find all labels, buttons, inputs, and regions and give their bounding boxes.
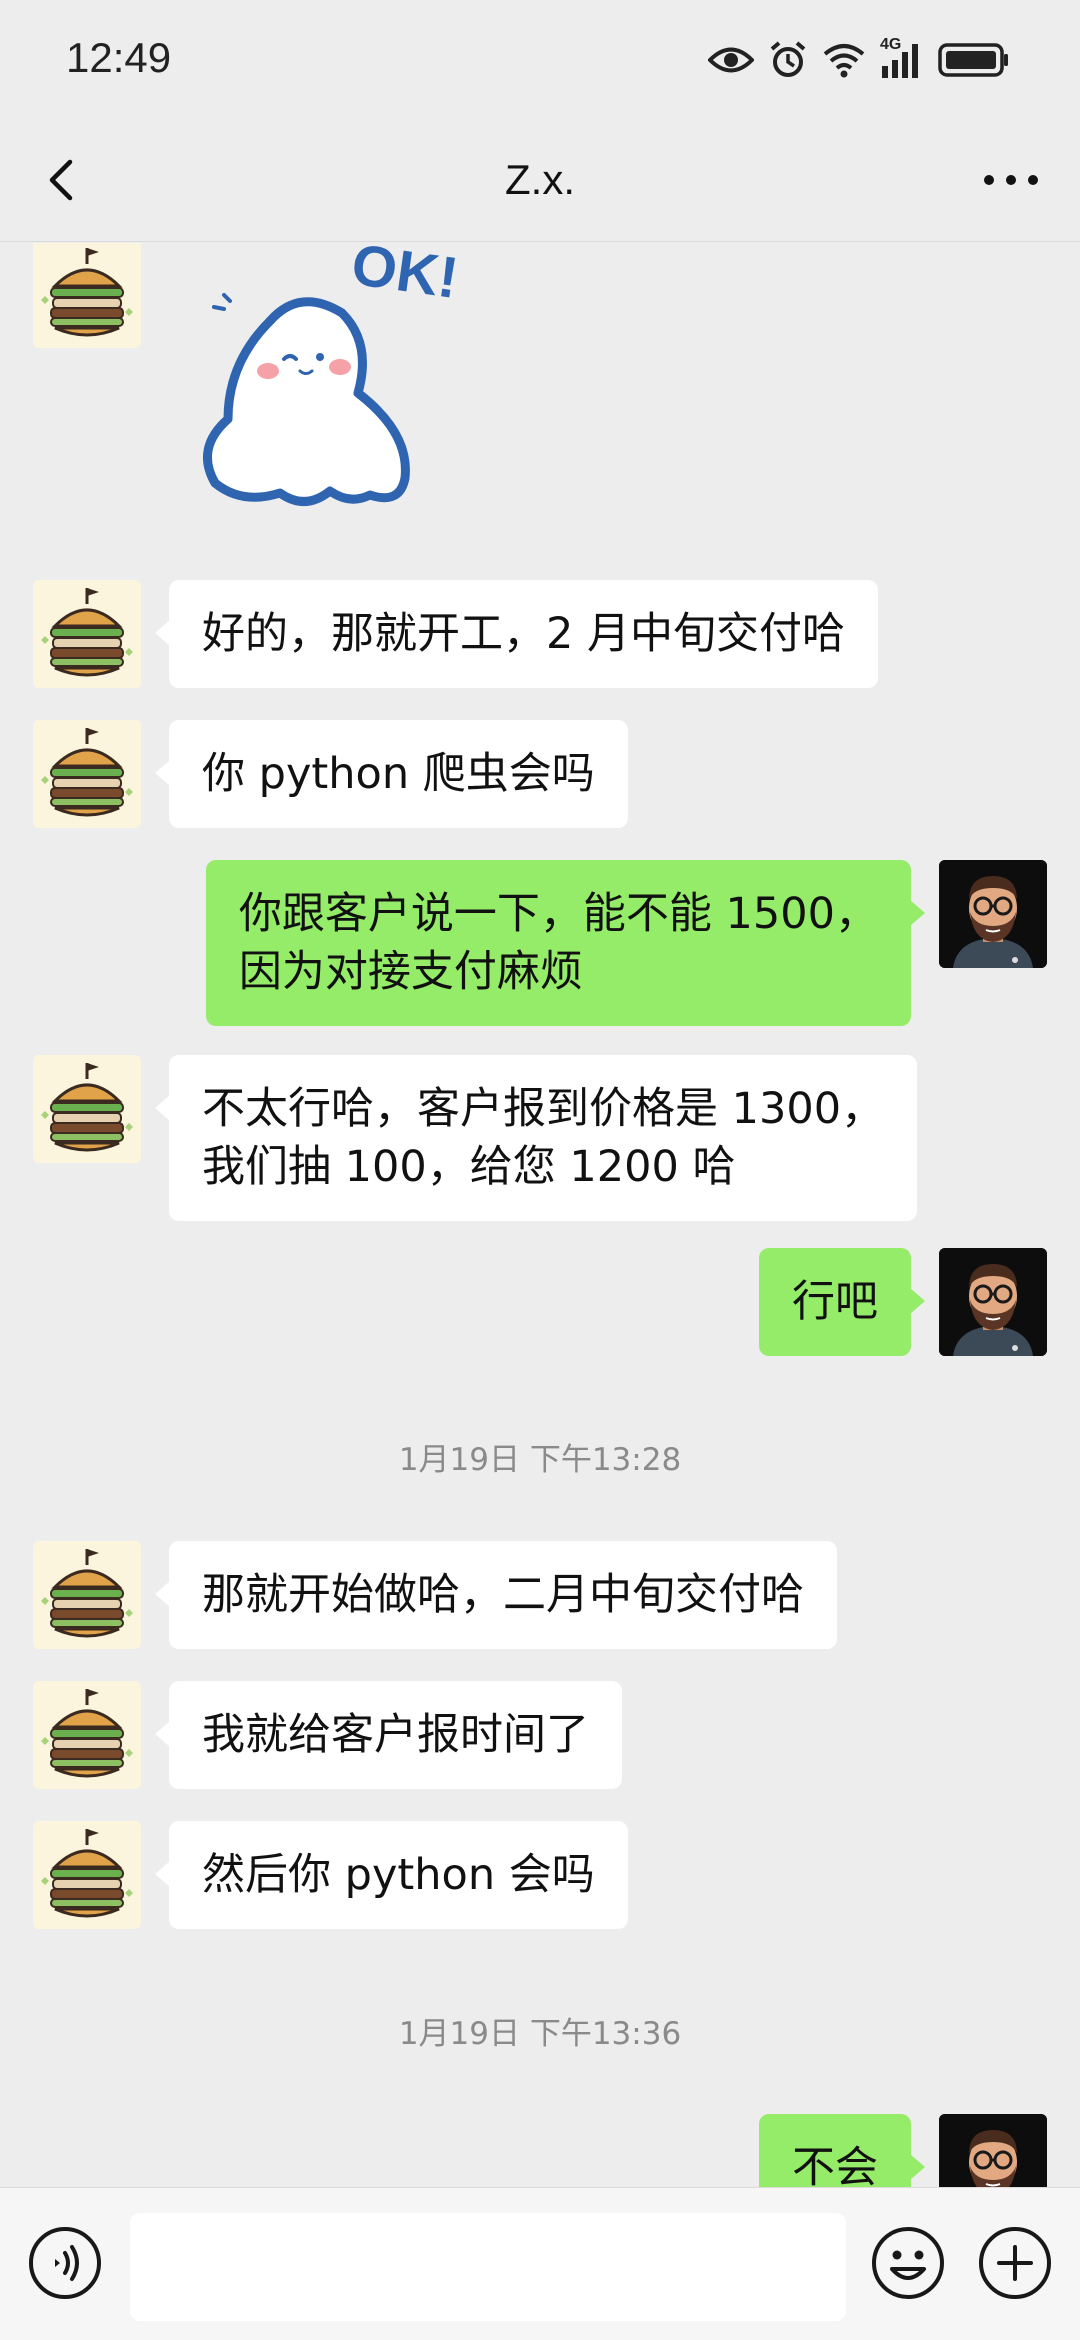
contact-avatar[interactable] [33, 1055, 141, 1163]
contact-avatar[interactable] [33, 1821, 141, 1929]
more-button[interactable] [976, 150, 1046, 210]
contact-avatar[interactable] [33, 580, 141, 688]
burger-avatar-icon [33, 580, 141, 688]
message-bubble-outgoing[interactable]: 你跟客户说一下，能不能 1500， 因为对接支付麻烦 [205, 860, 926, 1026]
message-bubble-outgoing[interactable]: 不会 [759, 2114, 925, 2187]
more-icon [984, 175, 1038, 185]
status-bar: 12:49 4G [0, 0, 1080, 120]
timestamp: 1月19日 下午13:28 [398, 1442, 682, 1478]
contact-avatar[interactable] [33, 720, 141, 828]
my-avatar[interactable] [939, 2114, 1047, 2187]
contact-avatar[interactable] [33, 1681, 141, 1789]
timestamp: 1月19日 下午13:36 [398, 2016, 682, 2052]
emoji-icon [872, 2227, 944, 2299]
my-avatar[interactable] [939, 1248, 1047, 1356]
plus-button[interactable] [977, 2225, 1053, 2301]
contact-avatar[interactable] [33, 243, 141, 348]
emoji-button[interactable] [870, 2225, 946, 2301]
voice-icon [29, 2227, 101, 2299]
burger-avatar-icon [33, 1681, 141, 1789]
ok-sticker[interactable]: OK! [200, 243, 462, 523]
burger-avatar-icon [33, 1055, 141, 1163]
bearded-man-avatar-icon [939, 2114, 1047, 2187]
chat-title: Z.x. [505, 156, 575, 203]
bearded-man-avatar-icon [939, 860, 1047, 968]
sticker-text: OK! [348, 243, 460, 311]
status-icons: 4G [708, 36, 1010, 84]
voice-button[interactable] [27, 2225, 103, 2301]
ok-ghost-sticker-icon: OK! [203, 243, 462, 506]
message-bubble-incoming[interactable]: 然后你 python 会吗 [155, 1821, 628, 1929]
message-bubble-incoming[interactable]: 我就给客户报时间了 [155, 1681, 622, 1789]
status-time: 12:49 [66, 34, 172, 81]
battery-icon [938, 43, 1008, 77]
message-bubble-incoming[interactable]: 那就开始做哈，二月中旬交付哈 [155, 1541, 837, 1649]
burger-avatar-icon [33, 720, 141, 828]
burger-avatar-icon [33, 243, 141, 348]
message-bubble-incoming[interactable]: 不太行哈，客户报到价格是 1300， 我们抽 100，给您 1200 哈 [154, 1055, 918, 1221]
message-list[interactable]: OK! 好的，那就开工，2 月中旬交付哈 你 python 爬虫会吗 你跟客户说… [0, 243, 1080, 2187]
contact-avatar[interactable] [33, 1541, 141, 1649]
input-bar [0, 2187, 1080, 2340]
eye-icon [708, 47, 754, 73]
cellular-signal-icon: 4G [880, 36, 924, 80]
plus-icon [979, 2227, 1051, 2299]
wifi-icon [823, 44, 865, 78]
my-avatar[interactable] [939, 860, 1047, 968]
bearded-man-avatar-icon [939, 1248, 1047, 1356]
message-bubble-incoming[interactable]: 好的，那就开工，2 月中旬交付哈 [154, 580, 879, 688]
alarm-icon [770, 41, 806, 77]
message-bubble-outgoing[interactable]: 行吧 [759, 1248, 925, 1356]
message-bubble-incoming[interactable]: 你 python 爬虫会吗 [155, 720, 628, 828]
message-input[interactable] [130, 2213, 846, 2321]
chat-header: Z.x. [0, 120, 1080, 242]
burger-avatar-icon [33, 1821, 141, 1929]
burger-avatar-icon [33, 1541, 141, 1649]
